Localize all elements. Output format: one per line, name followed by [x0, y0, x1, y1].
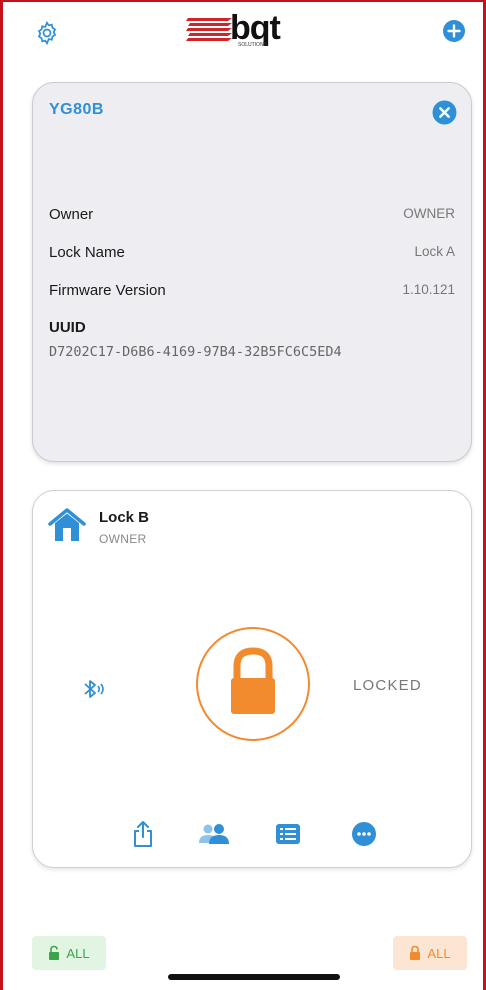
close-circle-icon[interactable]: [432, 100, 457, 125]
list-icon[interactable]: [273, 819, 303, 849]
unlock-all-button[interactable]: ALL: [32, 936, 106, 970]
plus-circle-icon[interactable]: [442, 19, 466, 43]
detail-row-label: Lock Name: [49, 244, 125, 261]
lock-all-button[interactable]: ALL: [393, 936, 467, 970]
locked-padlock-icon: [410, 945, 421, 960]
home-indicator[interactable]: [168, 974, 340, 980]
lock-all-label: ALL: [427, 945, 451, 961]
detail-row-value: OWNER: [403, 206, 455, 221]
lock-id-title: YG80B: [49, 101, 104, 118]
detail-row-label: Owner: [49, 206, 94, 223]
lock-name: Lock B: [99, 509, 150, 526]
lock-role: OWNER: [99, 532, 147, 546]
lock-detail-card: YG80B Owner OWNER Lock Name Lock A Firmw…: [32, 82, 472, 462]
logo-subtext: SOLUTIONS: [238, 42, 268, 48]
uuid-value: D7202C17-D6B6-4169-97B4-32B5FC6C5ED4: [49, 344, 342, 360]
lock-status: LOCKED: [353, 677, 422, 694]
more-icon[interactable]: [349, 819, 379, 849]
users-icon[interactable]: [197, 819, 233, 849]
detail-row-value: Lock A: [414, 244, 455, 259]
unlocked-padlock-icon: [49, 945, 60, 960]
gear-icon[interactable]: [34, 20, 60, 46]
share-icon[interactable]: [128, 819, 158, 849]
detail-row-label: Firmware Version: [49, 282, 166, 299]
brand-logo: bqt SOLUTIONS: [186, 12, 282, 48]
uuid-label: UUID: [49, 319, 86, 336]
detail-row-value: 1.10.121: [402, 282, 455, 297]
unlock-all-label: ALL: [66, 945, 90, 961]
house-icon: [48, 508, 86, 541]
lock-toggle-button[interactable]: [195, 626, 311, 742]
bluetooth-icon: [84, 680, 104, 698]
lock-card[interactable]: Lock B OWNER LOCKED: [32, 490, 472, 868]
